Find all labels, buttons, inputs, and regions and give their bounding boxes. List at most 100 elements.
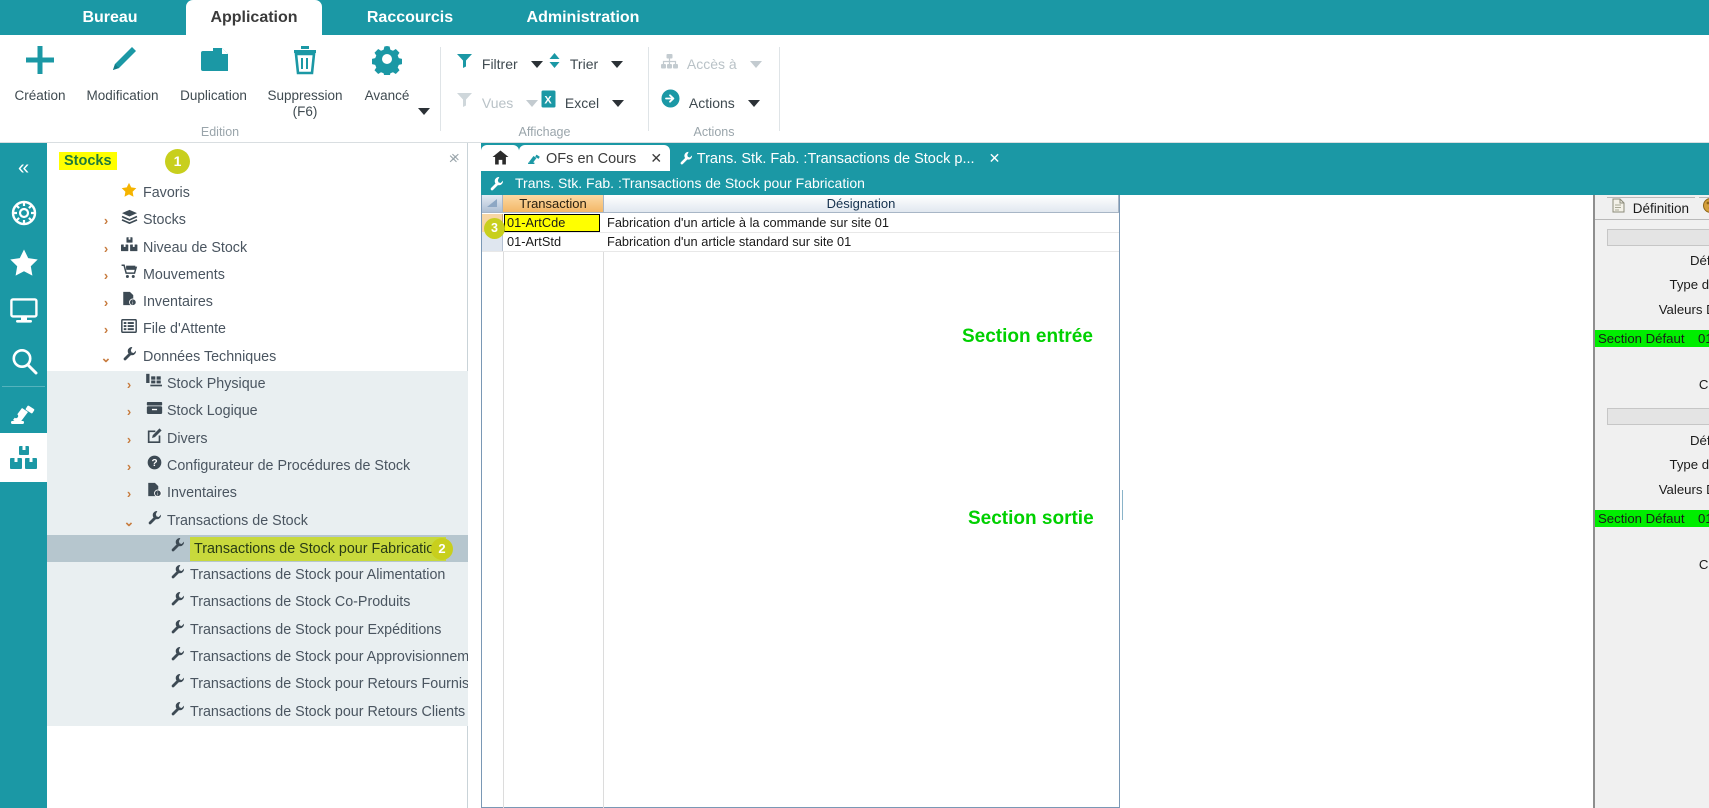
chevron-right-icon[interactable]: › <box>99 262 113 289</box>
exit-section-header: Mouvements de Sorties de Stock <box>1607 408 1709 425</box>
chevron-down-icon[interactable]: ⌄ <box>99 344 113 371</box>
chevron-right-icon[interactable]: › <box>122 398 136 425</box>
application-window: Bureau Application Raccourcis Administra… <box>0 0 1709 808</box>
trier-button[interactable]: Trier <box>548 49 623 77</box>
cell-designation-1[interactable]: Fabrication d'un article à la commande s… <box>604 214 1114 232</box>
table-row[interactable]: 01-ArtStd Fabrication d'un article stand… <box>482 233 1119 251</box>
tab-home[interactable] <box>481 145 519 171</box>
svg-text:?: ? <box>151 458 157 469</box>
sidebar-item-niveau-de-stock[interactable]: › Niveau de Stock <box>47 235 468 262</box>
table-row[interactable]: 01-ArtCde Fabrication d'un article à la … <box>482 214 1119 232</box>
cart-icon <box>119 262 139 289</box>
sidebar-item-stock-physique[interactable]: ›Stock Physique <box>47 371 468 398</box>
sidebar-item-transactions-de-stock-pour-retours-fournisseurs[interactable]: Transactions de Stock pour Retours Fourn… <box>47 671 468 698</box>
pane-splitter[interactable] <box>1120 195 1126 808</box>
rail-production[interactable] <box>0 387 47 436</box>
tab-ofs-close-icon[interactable]: ✕ <box>650 150 662 166</box>
sidebar-item-mouvements[interactable]: ›Mouvements <box>47 262 468 289</box>
entry-section-defaut-label: Section Défaut <box>1595 330 1697 347</box>
wrench-icon <box>144 508 164 535</box>
acces-a-button[interactable]: Accès à <box>661 49 762 77</box>
actions-button[interactable]: Actions <box>661 88 760 116</box>
arrow-circle-icon <box>661 89 680 117</box>
ribbon-tab-administration[interactable]: Administration <box>498 0 668 35</box>
grid-header-designation[interactable]: Désignation <box>604 195 1119 213</box>
filtrer-button[interactable]: Filtrer <box>456 49 543 77</box>
sidebar-item-inventaires[interactable]: ›iInventaires <box>47 480 468 507</box>
chevron-right-icon[interactable]: › <box>99 289 113 316</box>
exit-section-defaut-value[interactable]: 01-FAB <box>1697 510 1709 527</box>
tab-trans-stk-fab[interactable]: Trans. Stk. Fab. :Transactions de Stock … <box>671 145 1008 171</box>
sidebar-item-transactions-de-stock-pour-fabrication[interactable]: Transactions de Stock pour Fabrication2 <box>47 535 468 562</box>
collapse-icon[interactable]: « <box>0 153 47 183</box>
sidebar-item-favoris[interactable]: Favoris <box>47 180 468 207</box>
actions-caret-icon[interactable] <box>748 100 760 107</box>
acces-a-caret-icon[interactable] <box>750 61 762 68</box>
grid-header-transaction[interactable]: Transaction <box>503 195 604 213</box>
cell-transaction-2[interactable]: 01-ArtStd <box>504 233 600 251</box>
sidebar-item-label: Niveau de Stock <box>143 235 247 262</box>
sidebar-item-transactions-de-stock[interactable]: ⌄Transactions de Stock <box>47 508 468 535</box>
entry-section-defaut-value[interactable]: 01-EXP <box>1697 330 1709 347</box>
sidebar-item-donn-es-techniques[interactable]: ⌄ Données Techniques <box>47 344 468 371</box>
excel-button[interactable]: X Excel <box>541 88 624 116</box>
avance-button[interactable]: Avancé <box>354 43 420 103</box>
question-icon: ? <box>144 453 164 480</box>
chevron-right-icon[interactable]: › <box>99 235 113 262</box>
wrench-icon <box>167 617 187 644</box>
suppression-shortcut-label: (F6) <box>256 104 354 119</box>
ribbon-tab-bureau[interactable]: Bureau <box>30 0 190 35</box>
ribbon-tab-raccourcis[interactable]: Raccourcis <box>330 0 490 35</box>
suppression-button[interactable]: Suppression (F6) <box>256 43 354 119</box>
rail-favorites[interactable] <box>0 238 47 287</box>
filtrer-caret-icon[interactable] <box>531 61 543 68</box>
plus-icon <box>6 43 74 87</box>
entry-valeurs-label: Valeurs Défaut <box>1615 301 1709 318</box>
detail-tab-definition[interactable]: Définition <box>1607 197 1695 219</box>
duplication-button[interactable]: Duplication <box>171 43 256 103</box>
ribbon-tab-application[interactable]: Application <box>186 0 322 35</box>
sidebar-item-divers[interactable]: ›Divers <box>47 426 468 453</box>
chevron-right-icon[interactable]: › <box>99 316 113 343</box>
rail-stocks[interactable] <box>0 433 47 482</box>
sidebar-item-transactions-de-stock-pour-retours-clients[interactable]: Transactions de Stock pour Retours Clien… <box>47 699 468 726</box>
sidebar-item-label: Transactions de Stock pour Retours Fourn… <box>190 671 468 698</box>
transactions-grid: Transaction Désignation 01-ArtCde Fabric… <box>481 195 1120 808</box>
rail-search[interactable] <box>0 336 47 385</box>
sidebar-item-transactions-de-stock-pour-approvisionnements[interactable]: Transactions de Stock pour Approvisionne… <box>47 644 468 671</box>
cell-transaction-1[interactable]: 01-ArtCde <box>504 214 600 232</box>
tab-ofs-en-cours[interactable]: OFs en Cours ✕ <box>519 145 670 171</box>
grid-corner-cell[interactable] <box>482 195 503 213</box>
sidebar-item-stock-logique[interactable]: ›Stock Logique <box>47 398 468 425</box>
sidebar-item-configurateur-de-proc-dures-de-stock[interactable]: ›?Configurateur de Procédures de Stock <box>47 453 468 480</box>
sidebar-item-inventaires[interactable]: ›iInventaires <box>47 289 468 316</box>
sidebar-item-transactions-de-stock-pour-exp-ditions[interactable]: Transactions de Stock pour Expéditions <box>47 617 468 644</box>
sidebar-item-transactions-de-stock-pour-alimentation[interactable]: Transactions de Stock pour Alimentation <box>47 562 468 589</box>
tab-strip-close-icon[interactable]: × <box>451 149 460 166</box>
chevron-right-icon[interactable]: › <box>122 371 136 398</box>
sidebar-item-file-d-attente[interactable]: ›File d'Attente <box>47 316 468 343</box>
sidebar-item-stocks[interactable]: ›Stocks <box>47 207 468 234</box>
collapse-label: « <box>18 157 29 179</box>
modification-label: Modification <box>74 88 171 103</box>
rail-monitor[interactable] <box>0 287 47 336</box>
excel-caret-icon[interactable] <box>612 100 624 107</box>
rail-settings-wheel[interactable] <box>0 189 47 238</box>
vues-button[interactable]: Vues <box>456 88 538 116</box>
trier-caret-icon[interactable] <box>611 61 623 68</box>
modification-button[interactable]: Modification <box>74 43 171 103</box>
detail-tab-entree-sortie[interactable]: Entrée / Sortie <box>1699 197 1709 219</box>
chevron-right-icon[interactable]: › <box>122 480 136 507</box>
trash-icon <box>256 43 354 87</box>
tab-trans-stk-fab-close-icon[interactable]: ✕ <box>989 150 1001 166</box>
avance-dropdown-arrow[interactable] <box>418 103 430 121</box>
sidebar-item-label: Données Techniques <box>143 344 276 371</box>
chevron-right-icon[interactable]: › <box>122 453 136 480</box>
chevron-down-icon[interactable]: ⌄ <box>122 508 136 535</box>
vues-caret-icon[interactable] <box>526 100 538 107</box>
chevron-right-icon[interactable]: › <box>99 207 113 234</box>
chevron-right-icon[interactable]: › <box>122 426 136 453</box>
creation-button[interactable]: Création <box>6 43 74 103</box>
sidebar-item-transactions-de-stock-co-produits[interactable]: Transactions de Stock Co-Produits <box>47 589 468 616</box>
cell-designation-2[interactable]: Fabrication d'un article standard sur si… <box>604 233 1114 251</box>
